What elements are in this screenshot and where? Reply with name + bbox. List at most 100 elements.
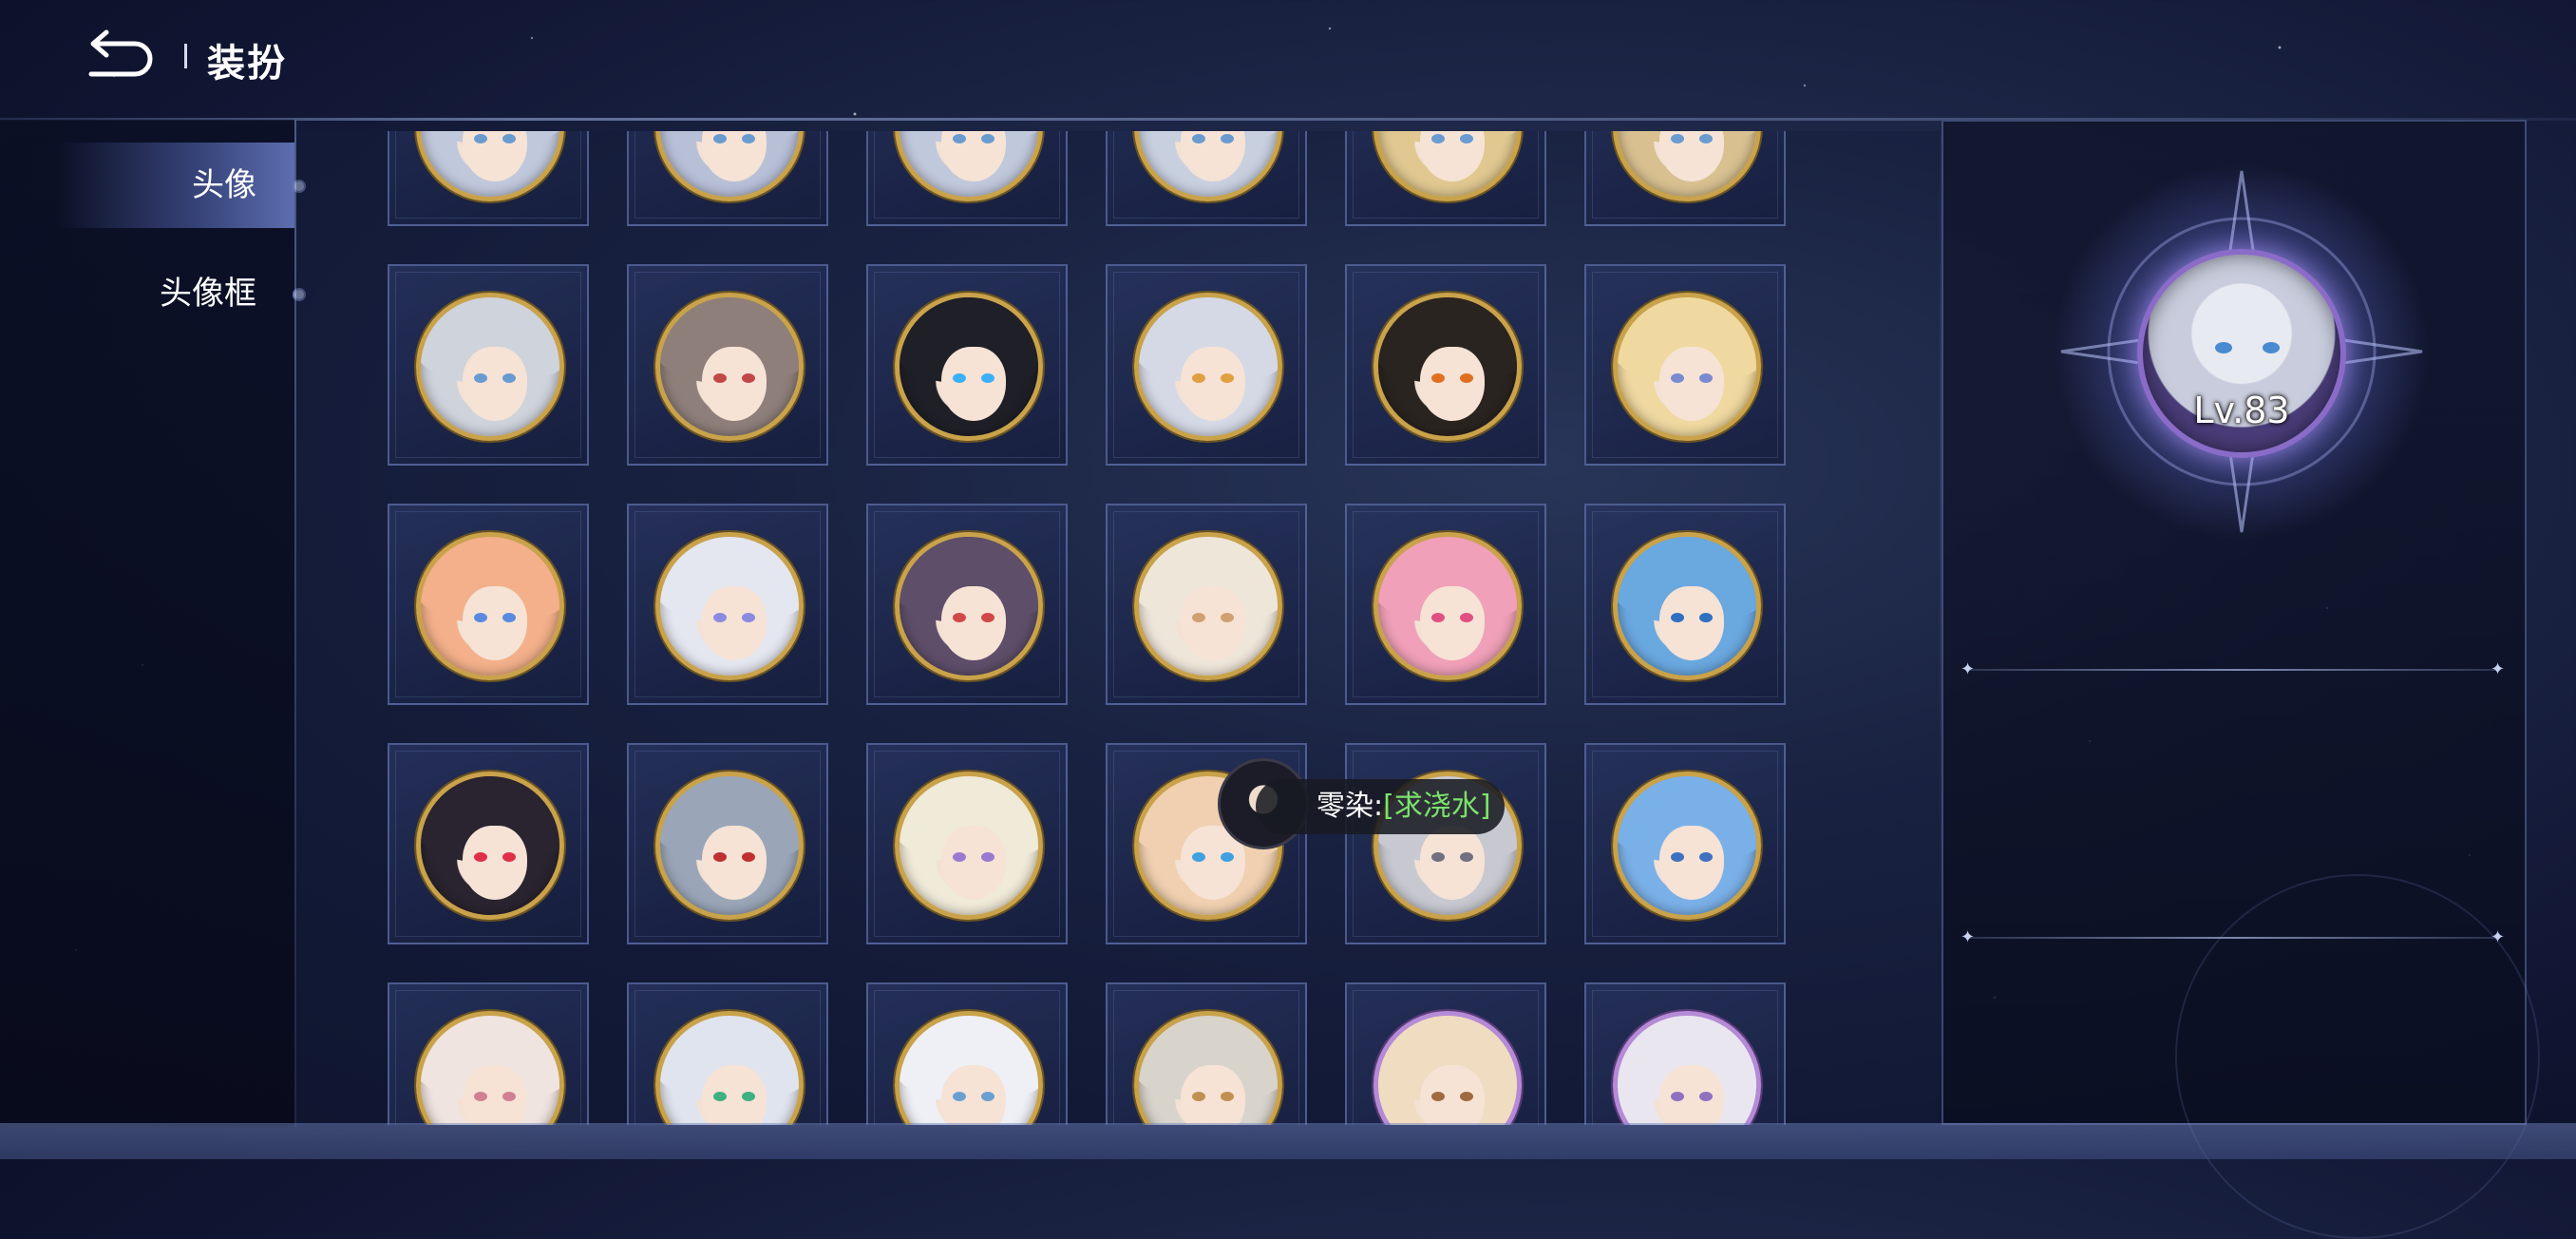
portrait-face [1420,1065,1485,1125]
avatar-cell[interactable] [1106,982,1307,1125]
avatar-cell[interactable] [866,504,1068,705]
portrait-eye [1221,373,1234,383]
portrait-eye [1699,1092,1713,1101]
portrait-eye [1221,1092,1234,1101]
portrait-hair [1139,131,1278,143]
back-button[interactable] [82,27,156,86]
avatar-cell[interactable] [388,264,589,466]
avatar-cell[interactable] [388,504,589,705]
avatar-cell[interactable] [1584,131,1786,226]
avatar-cell[interactable] [1345,982,1546,1125]
magic-circle-decoration [2175,874,2540,1239]
preview-eye-right [2263,342,2280,353]
avatar-cell[interactable] [627,743,828,944]
avatar-portrait [655,293,804,441]
portrait-hair [1378,131,1517,143]
portrait-hair [421,131,559,143]
avatar-cell[interactable] [1106,264,1307,466]
avatar-portrait [895,293,1043,441]
avatar-cell[interactable] [1345,504,1546,705]
portrait-face [1659,826,1724,900]
avatar-cell[interactable] [1345,743,1546,944]
portrait-face [1420,586,1485,660]
portrait-hair [421,776,559,862]
portrait-eye [1671,134,1684,143]
portrait-eye [502,1092,516,1101]
panel-divider [1968,669,2500,671]
portrait-face [702,131,767,181]
portrait-eye [713,373,727,383]
portrait-hair [1618,1016,1756,1101]
portrait-face [463,826,527,900]
avatar-cell[interactable] [1345,264,1546,466]
portrait-eye [742,613,755,622]
portrait-eye [1699,852,1713,862]
tooltip-name: 零染: [1316,790,1384,823]
avatar-cell[interactable] [1345,131,1546,226]
portrait-hair [900,776,1038,862]
portrait-eye [953,134,966,143]
avatar-grid-panel[interactable] [296,131,1940,1125]
portrait-face [941,586,1006,660]
avatar-cell[interactable] [627,504,828,705]
portrait-eye [474,852,487,862]
avatar-cell[interactable] [1106,504,1307,705]
portrait-face [1181,586,1245,660]
avatar-cell[interactable] [1106,131,1307,226]
portrait-face [1659,347,1724,421]
portrait-face [702,347,767,421]
avatar-portrait [655,532,804,680]
portrait-face [463,131,527,181]
portrait-eye [1192,134,1205,143]
avatar-cell[interactable] [866,264,1068,466]
avatar-cell[interactable] [866,982,1068,1125]
avatar-cell[interactable] [1584,264,1786,466]
avatar-cell[interactable] [627,264,828,466]
portrait-face [941,826,1006,900]
portrait-eye [474,613,487,622]
player-level: Lv.83 [2193,390,2290,431]
portrait-eye [1431,134,1445,143]
sparkle-icon: ✦ [2491,659,2506,679]
avatar-cell[interactable] [1584,504,1786,705]
avatar-cell[interactable] [866,743,1068,944]
portrait-eye [981,373,994,383]
portrait-hair [1139,1016,1278,1101]
sidebar-item-avatar[interactable]: 头像 [57,143,306,228]
portrait-eye [713,852,727,862]
sidebar-item-avatar-frame[interactable]: 头像框 [57,251,306,336]
sidebar-item-label: 头像框 [160,275,256,313]
portrait-eye [1460,1092,1473,1101]
portrait-hair [1378,537,1517,622]
portrait-eye [713,613,727,622]
avatar-cell[interactable] [388,131,589,226]
avatar-cell[interactable] [627,131,828,226]
avatar-cell[interactable] [1584,982,1786,1125]
avatar-portrait [895,131,1043,201]
avatar-cell[interactable] [1584,743,1786,944]
portrait-eye [502,134,516,143]
avatar-portrait [1134,131,1282,201]
avatar-cell[interactable] [388,982,589,1125]
portrait-hair [1378,1016,1517,1101]
avatar-cell[interactable] [866,131,1068,226]
portrait-face [941,347,1006,421]
portrait-hair [900,537,1038,622]
portrait-eye [1460,613,1473,622]
avatar-portrait [655,131,804,201]
portrait-hair [660,297,799,383]
avatar-portrait [416,1011,564,1125]
portrait-hair [1618,537,1756,622]
avatar-cell[interactable] [627,982,828,1125]
portrait-hair [1618,131,1756,143]
portrait-face [1659,131,1724,181]
avatar-portrait [1134,532,1282,680]
portrait-eye [474,373,487,383]
avatar-portrait [655,772,804,920]
avatar-cell[interactable] [388,743,589,944]
portrait-face [941,1065,1006,1125]
portrait-face [463,586,527,660]
portrait-eye [953,613,966,622]
portrait-eye [1671,373,1684,383]
portrait-hair [900,297,1038,383]
